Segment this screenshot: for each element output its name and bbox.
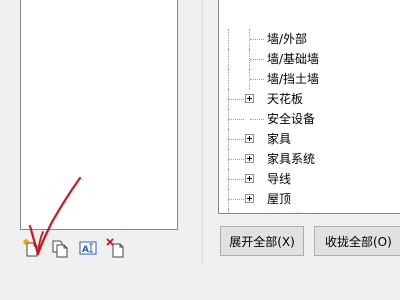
tree-item[interactable]: 墙/挡土墙 <box>219 69 400 89</box>
tree-item-label: 导线 <box>267 172 292 186</box>
tree-item-label: 家具系统 <box>267 152 316 166</box>
delete-icon[interactable] <box>106 238 126 258</box>
tree-item[interactable]: 屋顶 <box>219 189 400 209</box>
tree-item-label: 常规模型 <box>267 212 315 213</box>
expand-all-label: 展开全部(X) <box>229 234 295 249</box>
tree-item[interactable]: 安全设备 <box>219 109 400 129</box>
tree-item-label: 墙/挡土墙 <box>267 72 320 86</box>
rename-icon[interactable]: A <box>78 238 98 258</box>
expand-plus-icon[interactable] <box>245 194 254 203</box>
expand-plus-icon[interactable] <box>245 154 254 163</box>
duplicate-icon[interactable] <box>50 238 70 258</box>
tree-item-label: 屋顶 <box>267 192 292 206</box>
tree-item-label: 家具 <box>267 132 292 146</box>
expand-plus-icon[interactable] <box>245 134 254 143</box>
collapse-all-button[interactable]: 收拢全部(O) <box>314 226 400 256</box>
new-item-icon[interactable] <box>22 238 42 258</box>
tree-item[interactable]: 家具系统 <box>219 149 400 169</box>
tree-item[interactable]: 墙/基础墙 <box>219 49 400 69</box>
collapse-all-label: 收拢全部(O) <box>325 234 392 249</box>
svg-text:A: A <box>82 245 89 255</box>
expand-plus-icon[interactable] <box>245 174 254 183</box>
filter-list[interactable] <box>20 0 178 230</box>
tree-item-label: 墙/基础墙 <box>267 52 320 66</box>
tree-item[interactable]: 常规模型 <box>219 209 400 213</box>
tree-item-label: 天花板 <box>267 92 304 106</box>
tree-item[interactable]: 家具 <box>219 129 400 149</box>
category-tree[interactable]: 墙/外部墙/基础墙墙/挡土墙天花板安全设备家具家具系统导线屋顶常规模型 <box>218 0 400 214</box>
expand-plus-icon[interactable] <box>245 94 254 103</box>
tree-item-label: 安全设备 <box>267 112 316 126</box>
tree-item[interactable]: 导线 <box>219 169 400 189</box>
pane-divider <box>202 0 203 265</box>
filter-toolbar: A <box>22 238 182 258</box>
left-panel: A <box>0 0 200 300</box>
expand-all-button[interactable]: 展开全部(X) <box>220 226 304 256</box>
tree-item-label: 墙/外部 <box>267 32 308 46</box>
tree-item[interactable]: 天花板 <box>219 89 400 109</box>
tree-item[interactable]: 墙/外部 <box>219 29 400 49</box>
